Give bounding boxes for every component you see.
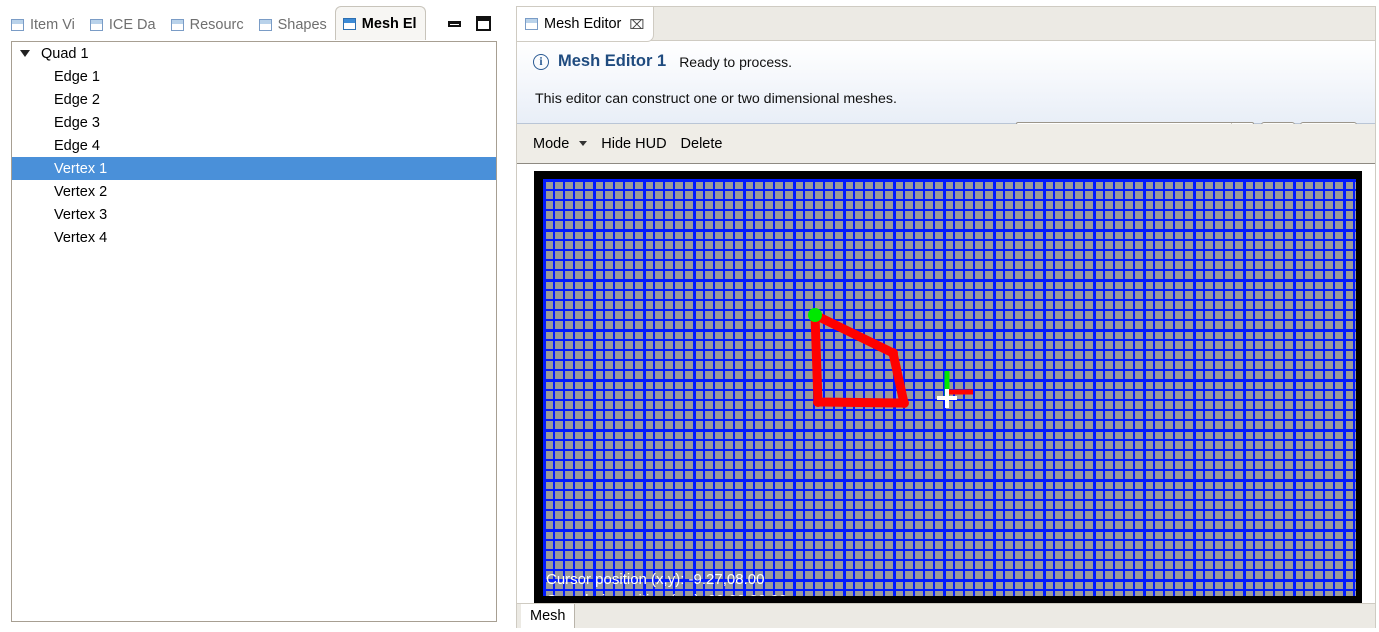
view-icon bbox=[170, 19, 184, 31]
tree-item-label: Vertex 3 bbox=[54, 206, 108, 223]
mode-label: Mode bbox=[533, 135, 570, 152]
editor-form-header: i Mesh Editor 1 Ready to process. This e… bbox=[517, 42, 1375, 147]
form-title-row: i Mesh Editor 1 Ready to process. bbox=[533, 52, 792, 71]
tree-row-edge-3[interactable]: Edge 3 bbox=[12, 111, 496, 134]
mode-menu-button[interactable]: Mode bbox=[526, 136, 594, 152]
mesh-geometry bbox=[808, 308, 973, 408]
tab-label: Item Vi bbox=[30, 17, 75, 33]
editor-tab-label: Mesh Editor bbox=[544, 16, 622, 32]
editor-bottom-tabbar: Mesh bbox=[517, 603, 1375, 628]
tree-row-edge-2[interactable]: Edge 2 bbox=[12, 88, 496, 111]
tree-item-label: Vertex 1 bbox=[54, 160, 108, 177]
view-icon bbox=[11, 19, 24, 31]
mesh-canvas-grid[interactable]: Cursor position (x,y): -9.27,08.00 Cross… bbox=[543, 179, 1356, 596]
mesh-elements-tree[interactable]: Quad 1 Edge 1 Edge 2 Edge 3 Edge 4 Verte… bbox=[11, 41, 497, 622]
mesh-canvas-container: Cursor position (x,y): -9.27,08.00 Cross… bbox=[534, 171, 1362, 604]
tab-mesh-editor[interactable]: Mesh Editor ⌧ bbox=[517, 7, 655, 42]
tree-row-edge-1[interactable]: Edge 1 bbox=[12, 65, 496, 88]
editor-toolbar: Mode Hide HUD Delete bbox=[517, 124, 1375, 164]
vertex-marker-4 bbox=[813, 397, 823, 407]
tree-item-label: Quad 1 bbox=[41, 45, 89, 62]
tab-label: Mesh El bbox=[361, 15, 417, 32]
tab-label: Shapes bbox=[277, 17, 327, 33]
tree-item-label: Edge 3 bbox=[54, 114, 100, 131]
maximize-icon[interactable] bbox=[476, 16, 491, 31]
close-icon[interactable]: ⌧ bbox=[629, 18, 644, 31]
vertex-marker-2 bbox=[888, 348, 898, 358]
page-title: Mesh Editor 1 bbox=[558, 52, 667, 70]
view-icon bbox=[342, 17, 356, 30]
hud-cursor-position: Cursor position (x,y): -9.27,08.00 bbox=[546, 571, 765, 588]
tree-item-label: Edge 2 bbox=[54, 91, 100, 108]
tab-mesh[interactable]: Mesh bbox=[521, 604, 576, 628]
tab-mesh-elements[interactable]: Mesh El bbox=[334, 6, 426, 40]
tree-row-quad-1[interactable]: Quad 1 bbox=[12, 42, 496, 65]
tree-row-vertex-3[interactable]: Vertex 3 bbox=[12, 203, 496, 226]
form-description: This editor can construct one or two dim… bbox=[535, 91, 897, 107]
tab-ice-data[interactable]: ICE Da bbox=[83, 10, 164, 40]
tree-row-vertex-4[interactable]: Vertex 4 bbox=[12, 226, 496, 249]
tree-item-label: Edge 4 bbox=[54, 137, 100, 154]
tree-row-vertex-2[interactable]: Vertex 2 bbox=[12, 180, 496, 203]
tree-item-label: Vertex 2 bbox=[54, 183, 108, 200]
chevron-down-icon[interactable] bbox=[20, 50, 30, 57]
tab-label: Resourc bbox=[189, 17, 244, 33]
hide-hud-button[interactable]: Hide HUD bbox=[594, 136, 673, 152]
minimize-icon[interactable] bbox=[448, 20, 461, 27]
status-text: Ready to process. bbox=[679, 53, 793, 70]
tree-item-label: Edge 1 bbox=[54, 68, 100, 85]
left-panel-tabbar: Item Vi ICE Da Resourc Shapes Mesh El bbox=[4, 6, 508, 40]
tab-resources[interactable]: Resourc bbox=[164, 10, 252, 40]
tab-item-viewer[interactable]: Item Vi bbox=[4, 10, 83, 40]
vertex-marker-3 bbox=[899, 398, 909, 408]
tree-item-label: Vertex 4 bbox=[54, 229, 108, 246]
axis-indicator bbox=[937, 371, 973, 408]
left-view-panel: Item Vi ICE Da Resourc Shapes Mesh El Qu… bbox=[0, 0, 508, 632]
view-icon bbox=[525, 18, 538, 30]
chevron-down-icon[interactable] bbox=[579, 141, 588, 146]
info-icon: i bbox=[533, 53, 549, 70]
tab-label: ICE Da bbox=[108, 17, 156, 33]
tree-row-vertex-1[interactable]: Vertex 1 bbox=[12, 157, 496, 180]
mesh-editor-panel: Mesh Editor ⌧ i Mesh Editor 1 Ready to p… bbox=[516, 6, 1376, 628]
tab-shapes[interactable]: Shapes bbox=[252, 10, 335, 40]
quad-polygon bbox=[810, 310, 909, 408]
hud-crosshair-position: Crosshair position (x,y): 00.00,00.00 bbox=[546, 592, 787, 596]
vertex-marker-1-selected bbox=[808, 308, 822, 322]
delete-button[interactable]: Delete bbox=[674, 136, 730, 152]
left-panel-window-buttons bbox=[448, 16, 491, 31]
view-icon bbox=[258, 19, 272, 31]
application-window: Item Vi ICE Da Resourc Shapes Mesh El Qu… bbox=[0, 0, 1379, 632]
view-icon bbox=[89, 19, 103, 31]
tree-row-edge-4[interactable]: Edge 4 bbox=[12, 134, 496, 157]
